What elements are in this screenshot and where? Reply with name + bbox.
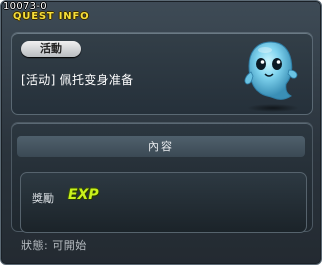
content-header: 內容 [17,136,305,157]
exp-reward-icon: EXP [68,187,99,203]
quest-info-window: 10073-0 QUEST INFO 活動 [活动] 佩托变身准备 內容 獎勵 … [0,0,322,265]
window-title: QUEST INFO [13,11,90,22]
category-badge: 活動 [21,41,81,57]
blue-ghost-icon [244,41,299,112]
quest-content-panel: 內容 獎勵 EXP [11,122,313,233]
reward-label: 獎勵 [32,192,54,205]
quest-name: [活动] 佩托变身准备 [21,73,134,87]
quest-status: 狀態: 可開始 [21,239,87,252]
reward-box: 獎勵 EXP [20,172,307,233]
quest-summary-panel: 活動 [活动] 佩托变身准备 [11,32,313,115]
